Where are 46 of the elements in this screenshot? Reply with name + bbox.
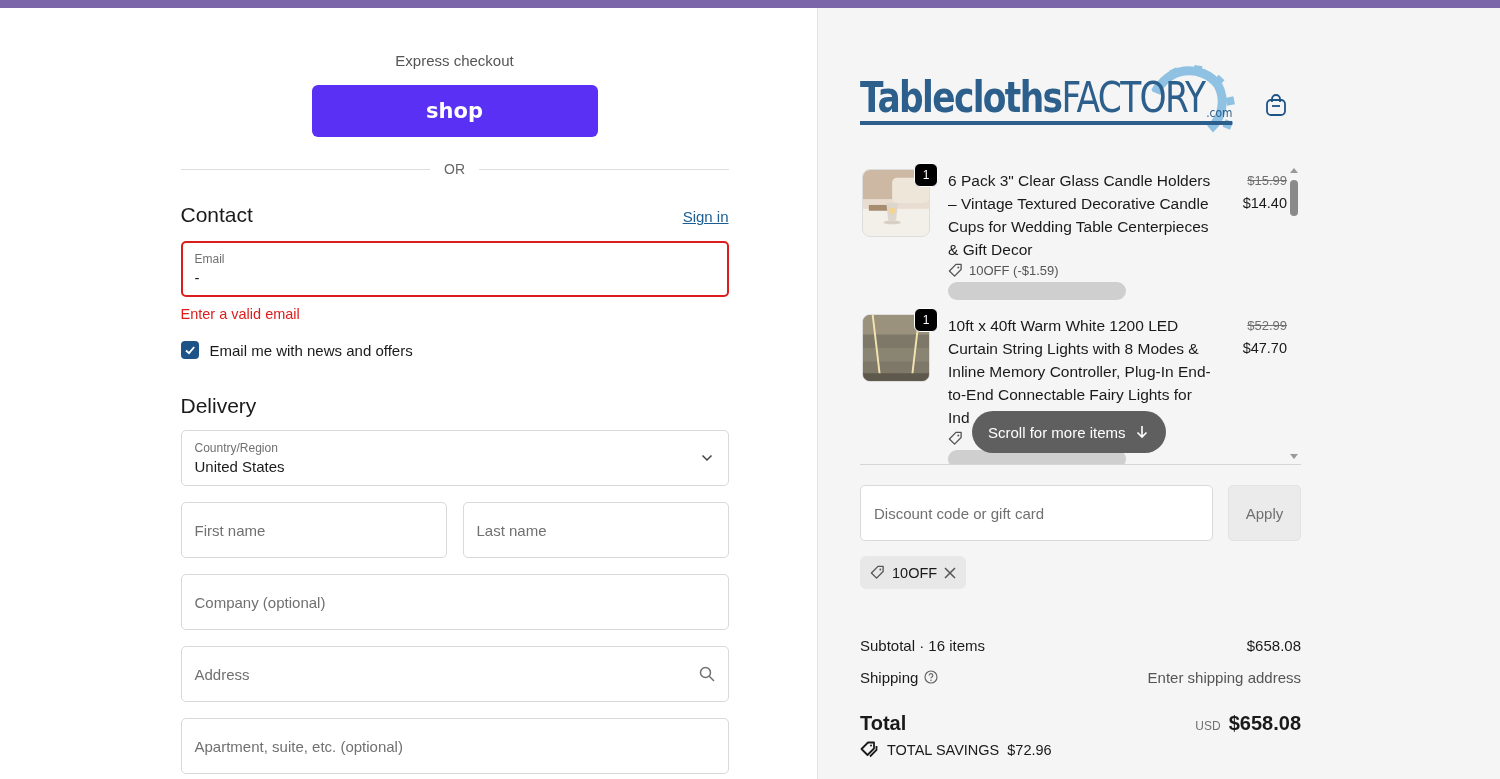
currency-code: USD (1195, 718, 1221, 733)
email-field[interactable]: Email - (180, 241, 729, 297)
section-heading: Delivery (180, 394, 257, 418)
scroll-hint[interactable]: Scroll for more items (972, 411, 1166, 453)
original-price: $52.99 (1247, 317, 1287, 335)
country-select[interactable]: Country/Region United States (180, 430, 729, 486)
checkbox-label: Email me with news and offers (209, 341, 413, 359)
summary-value: Enter shipping address (1147, 668, 1301, 686)
input-field[interactable]: Company (optional) (180, 574, 729, 630)
input-field[interactable]: Last name (462, 502, 729, 558)
shop-pay-button[interactable]: shop (311, 85, 598, 137)
chevron-down-icon (700, 454, 713, 462)
sign-in-link[interactable]: Sign in (682, 208, 729, 225)
tag-icon (870, 565, 885, 580)
product-price: $14.40 (1242, 194, 1287, 213)
checkbox[interactable] (180, 341, 199, 359)
error-message: Enter a valid email (180, 306, 300, 322)
shopping-bag-icon[interactable] (1265, 93, 1287, 117)
quantity-badge: 1 (914, 163, 938, 187)
store-logo[interactable]: TableclothsFACTORY.com (860, 77, 1233, 125)
quantity-badge: 1 (914, 308, 938, 332)
product-title: 6 Pack 3" Clear Glass Candle Holders – Vintage Textured Decorative Candle Cups for Wedding Table Centerpieces & Gift Decor (948, 171, 1212, 260)
savings-value: $72.96 (1007, 741, 1052, 758)
close-icon[interactable] (944, 566, 957, 579)
search-icon (698, 666, 715, 682)
section-heading: Contact (180, 203, 253, 227)
summary-label: Shipping (860, 668, 919, 686)
help-icon[interactable] (924, 670, 939, 684)
discount-field[interactable]: Discount code or gift card (860, 485, 1213, 541)
total-value: $658.08 (1228, 711, 1301, 735)
summary-label: Subtotal · 16 items (860, 636, 986, 654)
address-field[interactable]: Address (180, 646, 729, 702)
summary-value: $658.08 (1246, 636, 1301, 654)
section-label: Express checkout (395, 52, 514, 69)
original-price: $15.99 (1247, 172, 1287, 190)
input-field[interactable]: First name (180, 502, 447, 558)
tags-icon (860, 741, 879, 758)
divider-label: OR (444, 161, 465, 177)
checkmark-icon (183, 344, 196, 356)
product-price: $47.70 (1242, 339, 1287, 358)
input-field[interactable]: Apartment, suite, etc. (optional) (180, 718, 729, 774)
total-label: Total (860, 711, 907, 735)
savings-label: TOTAL SAVINGS (887, 741, 1000, 758)
arrow-down-icon (1135, 425, 1148, 439)
discount-label: 10OFF (-$1.59) (969, 263, 1059, 278)
discount-code: 10OFF (892, 564, 938, 581)
